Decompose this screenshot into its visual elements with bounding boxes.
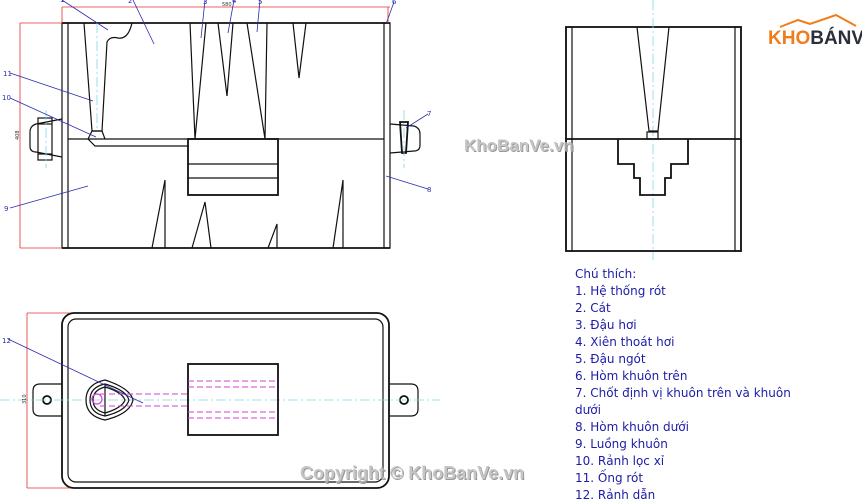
watermark-center: KhoBanVe.vn (464, 136, 574, 155)
callout-8: 8 (427, 186, 431, 194)
dimension-height: 408 (15, 130, 21, 140)
logo-part2: BÁNVẼ (810, 28, 862, 49)
legend-item: 2. Cát (575, 301, 611, 315)
callout-12: 12 (2, 337, 11, 345)
front-section-view: 580 408 2 3 4 5 6 7 8 9 10 11 1 (2, 0, 431, 249)
side-section-view (565, 0, 742, 260)
legend-item: 11. Ống rót (575, 471, 644, 485)
callout-11: 11 (3, 70, 12, 78)
khobanve-logo: KHOBÁNVẼ (768, 14, 862, 50)
legend-item: 8. Hòm khuôn dưới (575, 420, 689, 434)
legend-item: 7. Chốt định vị khuôn trên và khuôn dưới (575, 386, 791, 417)
legend-item: 9. Luồng khuôn (575, 437, 668, 451)
callout-3: 3 (203, 0, 207, 6)
callout-5: 5 (258, 0, 262, 6)
dimension-plan-height: 310 (22, 394, 28, 404)
legend-item: 10. Rảnh lọc xỉ (575, 454, 665, 468)
legend-item: 4. Xiên thoát hơi (575, 335, 675, 349)
plan-view: 310 12 (0, 312, 440, 489)
dimension-width: 580 (222, 2, 232, 8)
legend-item: 12. Rảnh dẫn (575, 488, 656, 502)
callout-10: 10 (2, 94, 11, 102)
legend-heading: Chú thích: (575, 267, 637, 281)
callout-4: 4 (232, 0, 237, 5)
legend-item: 5. Đậu ngót (575, 352, 646, 366)
logo-part1: KHO (768, 28, 811, 49)
callout-9: 9 (4, 205, 8, 213)
legend: Chú thích: 1. Hệ thống rót 2. Cát 3. Đậu… (575, 266, 805, 504)
callout-1: 1 (60, 0, 64, 4)
roof-icon (779, 14, 857, 28)
legend-item: 1. Hệ thống rót (575, 284, 666, 298)
legend-item: 3. Đậu hơi (575, 318, 637, 332)
legend-item: 6. Hòm khuôn trên (575, 369, 688, 383)
watermark-copyright: Copyright © KhoBanVe.vn (300, 463, 525, 483)
callout-6: 6 (392, 0, 397, 6)
callout-7: 7 (427, 110, 431, 118)
callout-2: 2 (128, 0, 132, 5)
